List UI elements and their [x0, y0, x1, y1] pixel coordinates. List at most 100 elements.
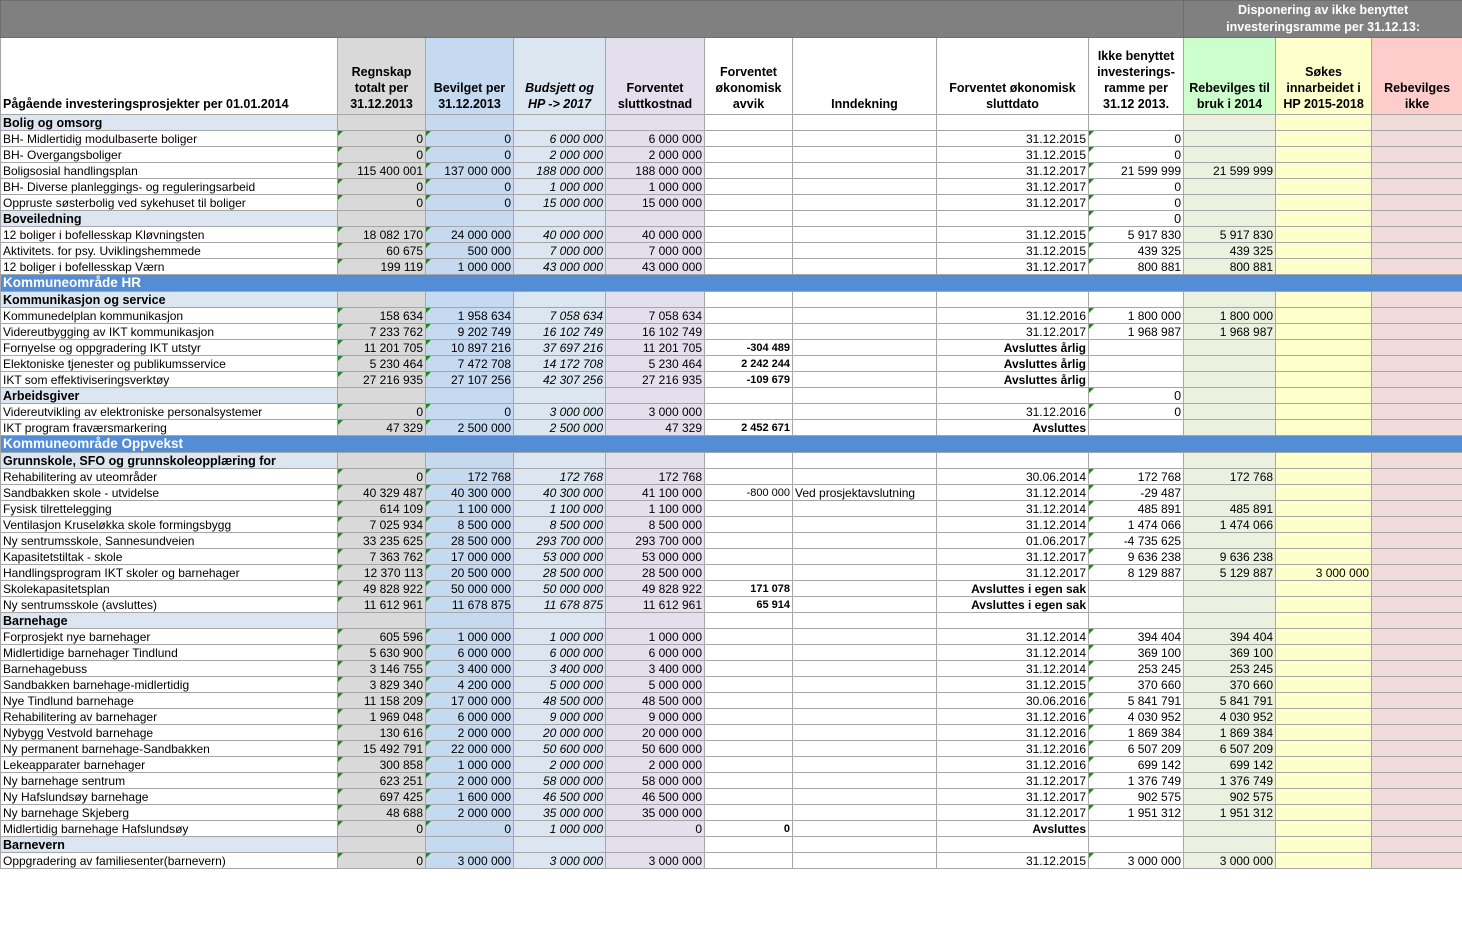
cell-rebevilges-2014[interactable]: 394 404 — [1183, 628, 1277, 645]
section-header[interactable]: Barnevern — [0, 836, 338, 853]
cell-inndekning[interactable] — [792, 564, 937, 581]
cell-bevilget[interactable]: 10 897 216 — [425, 339, 514, 356]
cell-forventet-kostnad[interactable] — [605, 210, 705, 227]
cell-sluttdato[interactable]: 31.12.2015 — [936, 130, 1089, 147]
cell-ikke-benyttet[interactable]: 1 376 749 — [1087, 772, 1185, 789]
cell-ikke-benyttet[interactable]: 370 660 — [1087, 676, 1185, 693]
cell-sokes-hp[interactable] — [1275, 660, 1373, 677]
cell-rebevilges-2014[interactable] — [1183, 532, 1277, 549]
cell-rebevilges-ikke[interactable] — [1371, 387, 1462, 404]
cell-rebevilges-ikke[interactable] — [1371, 644, 1462, 661]
cell-forventet-avvik[interactable] — [704, 756, 793, 773]
cell-forventet-kostnad[interactable]: 3 000 000 — [605, 852, 705, 869]
cell-rebevilges-2014[interactable] — [1183, 146, 1277, 163]
cell-rebevilges-2014[interactable]: 5 129 887 — [1183, 564, 1277, 581]
cell-forventet-avvik[interactable] — [704, 226, 793, 243]
cell-rebevilges-ikke[interactable] — [1371, 258, 1462, 275]
cell-sluttdato[interactable]: 31.12.2014 — [936, 660, 1089, 677]
cell-forventet-kostnad[interactable]: 293 700 000 — [605, 532, 705, 549]
cell-ikke-benyttet[interactable]: 699 142 — [1087, 756, 1185, 773]
cell-rebevilges-ikke[interactable] — [1371, 740, 1462, 757]
cell-forventet-kostnad[interactable]: 15 000 000 — [605, 194, 705, 211]
cell-forventet-kostnad[interactable]: 27 216 935 — [605, 371, 705, 388]
cell-ikke-benyttet[interactable]: 5 917 830 — [1087, 226, 1185, 243]
cell-rebevilges-2014[interactable]: 1 800 000 — [1183, 307, 1277, 324]
cell-budsjett[interactable]: 28 500 000 — [513, 564, 606, 581]
cell-project[interactable]: Fysisk tilrettelegging — [0, 500, 338, 517]
cell-forventet-kostnad[interactable]: 53 000 000 — [605, 548, 705, 565]
cell-rebevilges-2014[interactable]: 6 507 209 — [1183, 740, 1277, 757]
cell-budsjett[interactable]: 7 058 634 — [513, 307, 606, 324]
cell-ikke-benyttet[interactable]: -29 487 — [1087, 484, 1185, 501]
cell-rebevilges-2014[interactable]: 1 869 384 — [1183, 724, 1277, 741]
cell-inndekning[interactable] — [792, 500, 937, 517]
cell-budsjett[interactable]: 43 000 000 — [513, 258, 606, 275]
cell-inndekning[interactable] — [792, 226, 937, 243]
cell-regnskap[interactable]: 614 109 — [337, 500, 426, 517]
cell-bevilget[interactable]: 1 100 000 — [425, 500, 514, 517]
cell-sluttdato[interactable]: 30.06.2014 — [936, 468, 1089, 485]
cell-ikke-benyttet[interactable]: 902 575 — [1087, 788, 1185, 805]
cell-sokes-hp[interactable] — [1275, 258, 1373, 275]
cell-inndekning[interactable] — [792, 210, 937, 227]
cell-forventet-avvik[interactable] — [704, 114, 793, 131]
cell-inndekning[interactable] — [792, 371, 937, 388]
cell-project[interactable]: Sandbakken skole - utvidelse — [0, 484, 338, 501]
cell-ikke-benyttet[interactable] — [1087, 580, 1185, 597]
cell-inndekning[interactable] — [792, 178, 937, 195]
cell-bevilget[interactable] — [425, 114, 514, 131]
cell-forventet-avvik[interactable] — [704, 692, 793, 709]
cell-forventet-avvik[interactable] — [704, 130, 793, 147]
cell-sluttdato[interactable]: 31.12.2016 — [936, 708, 1089, 725]
cell-rebevilges-ikke[interactable] — [1371, 532, 1462, 549]
cell-regnskap[interactable]: 0 — [337, 146, 426, 163]
cell-sokes-hp[interactable] — [1275, 226, 1373, 243]
cell-regnskap[interactable]: 33 235 625 — [337, 532, 426, 549]
cell-regnskap[interactable]: 623 251 — [337, 772, 426, 789]
cell-forventet-kostnad[interactable] — [605, 452, 705, 469]
cell-bevilget[interactable]: 0 — [425, 146, 514, 163]
cell-rebevilges-2014[interactable]: 370 660 — [1183, 676, 1277, 693]
cell-forventet-avvik[interactable] — [704, 500, 793, 517]
cell-rebevilges-2014[interactable]: 1 951 312 — [1183, 804, 1277, 821]
cell-forventet-kostnad[interactable]: 6 000 000 — [605, 644, 705, 661]
cell-forventet-avvik[interactable] — [704, 628, 793, 645]
cell-ikke-benyttet[interactable] — [1087, 114, 1185, 131]
cell-sluttdato[interactable]: 31.12.2017 — [936, 194, 1089, 211]
cell-forventet-kostnad[interactable]: 3 000 000 — [605, 403, 705, 420]
cell-budsjett[interactable]: 40 000 000 — [513, 226, 606, 243]
cell-ikke-benyttet[interactable]: 1 800 000 — [1087, 307, 1185, 324]
cell-rebevilges-2014[interactable] — [1183, 114, 1277, 131]
cell-bevilget[interactable]: 4 200 000 — [425, 676, 514, 693]
cell-ikke-benyttet[interactable]: 0 — [1087, 178, 1185, 195]
cell-sokes-hp[interactable] — [1275, 178, 1373, 195]
cell-bevilget[interactable]: 0 — [425, 178, 514, 195]
cell-forventet-avvik[interactable] — [704, 146, 793, 163]
cell-project[interactable]: Forprosjekt nye barnehager — [0, 628, 338, 645]
cell-forventet-avvik[interactable]: 171 078 — [704, 580, 793, 597]
cell-bevilget[interactable]: 27 107 256 — [425, 371, 514, 388]
cell-forventet-avvik[interactable] — [704, 564, 793, 581]
cell-project[interactable]: Ny permanent barnehage-Sandbakken — [0, 740, 338, 757]
cell-inndekning[interactable] — [792, 756, 937, 773]
cell-regnskap[interactable]: 5 230 464 — [337, 355, 426, 372]
col-header-inndekning[interactable]: Inndekning — [792, 37, 937, 115]
cell-rebevilges-ikke[interactable] — [1371, 676, 1462, 693]
cell-bevilget[interactable]: 11 678 875 — [425, 596, 514, 613]
cell-sluttdato[interactable]: 31.12.2014 — [936, 628, 1089, 645]
cell-budsjett[interactable]: 172 768 — [513, 468, 606, 485]
cell-sluttdato[interactable]: 30.06.2016 — [936, 692, 1089, 709]
cell-budsjett[interactable]: 1 000 000 — [513, 820, 606, 837]
cell-ikke-benyttet[interactable] — [1087, 291, 1185, 308]
cell-sokes-hp[interactable] — [1275, 484, 1373, 501]
cell-sokes-hp[interactable] — [1275, 130, 1373, 147]
cell-rebevilges-ikke[interactable] — [1371, 628, 1462, 645]
cell-regnskap[interactable]: 158 634 — [337, 307, 426, 324]
cell-budsjett[interactable]: 14 172 708 — [513, 355, 606, 372]
cell-rebevilges-ikke[interactable] — [1371, 452, 1462, 469]
cell-bevilget[interactable]: 3 000 000 — [425, 852, 514, 869]
cell-ikke-benyttet[interactable] — [1087, 612, 1185, 629]
cell-regnskap[interactable]: 605 596 — [337, 628, 426, 645]
cell-project[interactable]: IKT som effektiviseringsverktøy — [0, 371, 338, 388]
cell-forventet-avvik[interactable] — [704, 468, 793, 485]
